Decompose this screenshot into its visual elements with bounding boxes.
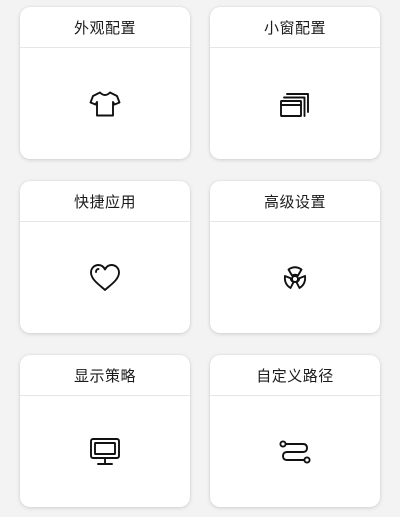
card-icon-area xyxy=(210,396,380,507)
card-icon-area xyxy=(20,48,190,159)
card-custom-path[interactable]: 自定义路径 xyxy=(210,355,380,507)
card-title: 高级设置 xyxy=(210,181,380,222)
card-quick-apps[interactable]: 快捷应用 xyxy=(20,181,190,333)
card-advanced-settings[interactable]: 高级设置 xyxy=(210,181,380,333)
card-title: 自定义路径 xyxy=(210,355,380,396)
heart-icon xyxy=(90,263,120,291)
card-title: 外观配置 xyxy=(20,7,190,48)
card-title: 快捷应用 xyxy=(20,181,190,222)
card-icon-area xyxy=(210,222,380,333)
card-icon-area xyxy=(20,396,190,507)
settings-grid: 外观配置 小窗配置 快捷应用 高级设置 显示策略 自定义路径 xyxy=(0,0,400,517)
card-title: 显示策略 xyxy=(20,355,190,396)
card-appearance-config[interactable]: 外观配置 xyxy=(20,7,190,159)
monitor-icon xyxy=(90,437,120,465)
card-small-window-config[interactable]: 小窗配置 xyxy=(210,7,380,159)
tshirt-icon xyxy=(89,91,121,116)
card-display-strategy[interactable]: 显示策略 xyxy=(20,355,190,507)
card-icon-area xyxy=(20,222,190,333)
windows-icon xyxy=(280,92,309,117)
path-icon xyxy=(279,439,311,464)
card-icon-area xyxy=(210,48,380,159)
card-title: 小窗配置 xyxy=(210,7,380,48)
radiation-icon xyxy=(283,265,307,289)
